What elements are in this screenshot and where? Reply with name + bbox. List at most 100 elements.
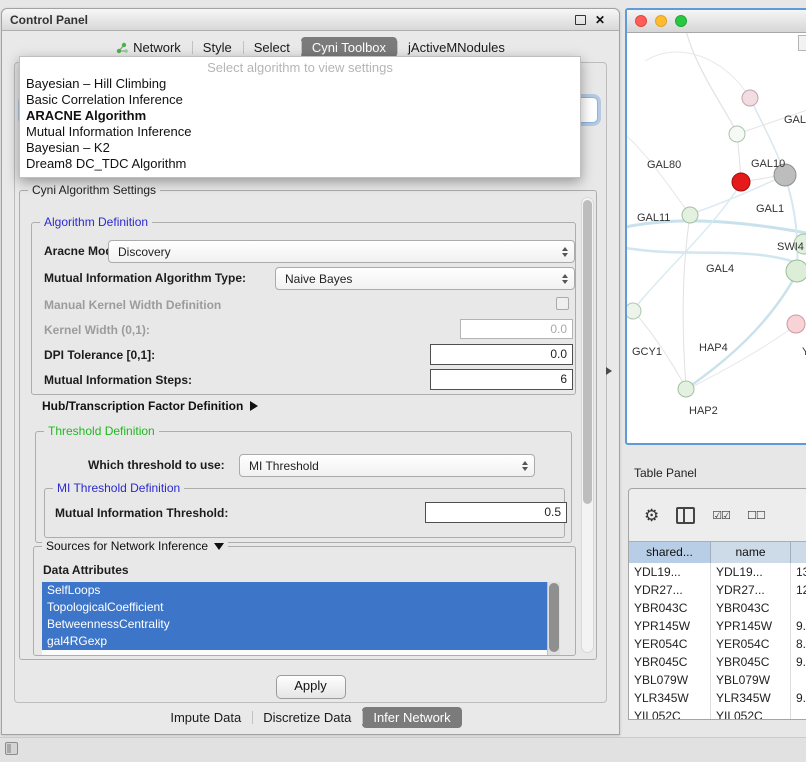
table-row[interactable]: YBR045CYBR045C9. xyxy=(629,653,806,671)
mi-steps-field[interactable]: 6 xyxy=(430,369,573,390)
table-cell: YIL052C xyxy=(629,707,711,719)
dock-panel-icon[interactable] xyxy=(5,742,18,755)
scrollbar-thumb[interactable] xyxy=(549,583,559,652)
tab-cyni-toolbox[interactable]: Cyni Toolbox xyxy=(301,37,397,58)
column-header-extra[interactable] xyxy=(791,542,806,564)
attribute-item[interactable]: TopologicalCoefficient xyxy=(42,599,547,616)
tab-label: Select xyxy=(254,40,290,55)
algorithm-option[interactable]: Bayesian – Hill Climbing xyxy=(20,76,580,92)
table-row[interactable]: YBL079WYBL079W xyxy=(629,671,806,689)
attribute-item[interactable]: BetweennessCentrality xyxy=(42,616,547,633)
dpi-tolerance-field[interactable]: 0.0 xyxy=(430,344,573,365)
network-node-label: GAL4 xyxy=(706,263,734,275)
algorithm-option[interactable]: Basic Correlation Inference xyxy=(20,92,580,108)
network-node-label: GAL1 xyxy=(756,203,784,215)
network-node-label: GAL xyxy=(784,114,806,126)
table-cell: 9. xyxy=(791,617,806,635)
deselect-all-icon[interactable]: ☐☐ xyxy=(747,509,765,522)
column-header-shared[interactable]: shared... xyxy=(629,542,711,564)
select-all-icon[interactable]: ☑☑ xyxy=(712,509,730,522)
table-row[interactable]: YPR145WYPR145W9. xyxy=(629,617,806,635)
table-row[interactable]: YDL19...YDL19...13 xyxy=(629,563,806,581)
network-node-label: Y xyxy=(802,346,806,358)
canvas-scrollbar[interactable] xyxy=(798,35,806,51)
table-row[interactable]: YLR345WYLR345W9. xyxy=(629,689,806,707)
settings-scrollbar[interactable] xyxy=(581,197,594,653)
column-header-name[interactable]: name xyxy=(711,542,791,564)
network-node[interactable] xyxy=(787,315,805,333)
kernel-width-label: Kernel Width (0,1): xyxy=(44,323,150,337)
threshold-definition-group: Threshold Definition Which threshold to … xyxy=(35,431,572,543)
table-cell: YBR045C xyxy=(711,653,791,671)
tab-style[interactable]: Style xyxy=(192,37,243,58)
zoom-traffic-light-icon[interactable] xyxy=(675,15,687,27)
tab-label: Network xyxy=(133,40,181,55)
table-row[interactable]: YIL052CYIL052C xyxy=(629,707,806,719)
bottom-tabs: Impute Data Discretize Data Infer Networ… xyxy=(2,706,619,729)
hub-section-label: Hub/Transcription Factor Definition xyxy=(42,399,243,413)
algorithm-option-selected[interactable]: ARACNE Algorithm xyxy=(20,108,580,124)
mi-algorithm-type-combobox[interactable]: Naive Bayes xyxy=(275,267,575,290)
network-node[interactable] xyxy=(729,126,745,142)
control-panel-titlebar[interactable]: Control Panel ✕ xyxy=(2,9,619,31)
tab-jactivemnodules[interactable]: jActiveMNodules xyxy=(397,37,516,58)
table-cell: YDR27... xyxy=(711,581,791,599)
table-cell: YPR145W xyxy=(629,617,711,635)
table-cell: YDR27... xyxy=(629,581,711,599)
settings-gear-icon[interactable]: ⚙ xyxy=(644,507,659,524)
table-row[interactable]: YDR27...YDR27...12 xyxy=(629,581,806,599)
minimize-traffic-light-icon[interactable] xyxy=(655,15,667,27)
tab-select[interactable]: Select xyxy=(243,37,301,58)
network-node[interactable] xyxy=(732,173,750,191)
list-scrollbar[interactable] xyxy=(547,582,560,655)
network-node[interactable] xyxy=(786,260,806,282)
table-cell xyxy=(791,671,806,689)
sources-group: Sources for Network Inference Data Attri… xyxy=(33,546,576,656)
table-cell: YLR345W xyxy=(711,689,791,707)
network-canvas-svg: GALGAL80GAL10GAL11GAL1SWI4GAL4GCY1HAP4YH… xyxy=(627,33,806,442)
group-title: MI Threshold Definition xyxy=(53,481,184,495)
mi-steps-label: Mutual Information Steps: xyxy=(44,373,192,387)
network-node[interactable] xyxy=(682,207,698,223)
panel-collapse-handle[interactable] xyxy=(606,367,612,375)
tab-impute-data[interactable]: Impute Data xyxy=(159,707,252,728)
network-window-titlebar[interactable] xyxy=(627,10,806,33)
mi-threshold-field[interactable]: 0.5 xyxy=(425,502,567,523)
network-node[interactable] xyxy=(742,90,758,106)
float-window-icon[interactable] xyxy=(575,15,586,25)
algorithm-option[interactable]: Bayesian – K2 xyxy=(20,140,580,156)
cyni-algorithm-settings-group: Cyni Algorithm Settings Algorithm Defini… xyxy=(19,190,597,660)
apply-button[interactable]: Apply xyxy=(276,675,346,699)
table-row[interactable]: YER054CYER054C8. xyxy=(629,635,806,653)
tab-label: Style xyxy=(203,40,232,55)
table-cell xyxy=(791,707,806,719)
table-cell: YIL052C xyxy=(711,707,791,719)
kernel-width-field[interactable]: 0.0 xyxy=(460,319,573,339)
aracne-mode-combobox[interactable]: Discovery xyxy=(108,240,575,263)
hub-transcription-factor-section[interactable]: Hub/Transcription Factor Definition xyxy=(42,399,258,413)
close-traffic-light-icon[interactable] xyxy=(635,15,647,27)
algorithm-dropdown-popup: Select algorithm to view settings Bayesi… xyxy=(19,56,581,178)
table-row[interactable]: YBR043CYBR043C xyxy=(629,599,806,617)
scrollbar-thumb[interactable] xyxy=(583,200,592,504)
network-icon xyxy=(116,42,128,54)
tab-discretize-data[interactable]: Discretize Data xyxy=(252,707,362,728)
sources-header[interactable]: Sources for Network Inference xyxy=(42,539,228,553)
screen: Control Panel ✕ Network Style xyxy=(0,0,806,762)
tab-network[interactable]: Network xyxy=(105,37,192,58)
columns-icon[interactable] xyxy=(676,507,695,524)
network-node[interactable] xyxy=(678,381,694,397)
attribute-item[interactable]: SelfLoops xyxy=(42,582,547,599)
close-icon[interactable]: ✕ xyxy=(595,14,605,26)
algorithm-option[interactable]: Dream8 DC_TDC Algorithm xyxy=(20,156,580,172)
algorithm-option[interactable]: Mutual Information Inference xyxy=(20,124,580,140)
manual-kernel-width-checkbox[interactable] xyxy=(556,297,569,310)
which-threshold-combobox[interactable]: MI Threshold xyxy=(239,454,535,477)
table-cell: YPR145W xyxy=(711,617,791,635)
attribute-item[interactable]: gal4RGexp xyxy=(42,633,547,650)
network-node-label: GAL80 xyxy=(647,159,681,171)
control-panel-title: Control Panel xyxy=(10,13,88,27)
network-canvas[interactable]: GALGAL80GAL10GAL11GAL1SWI4GAL4GCY1HAP4YH… xyxy=(627,33,806,442)
tab-infer-network[interactable]: Infer Network xyxy=(362,707,461,728)
network-node[interactable] xyxy=(627,303,641,319)
